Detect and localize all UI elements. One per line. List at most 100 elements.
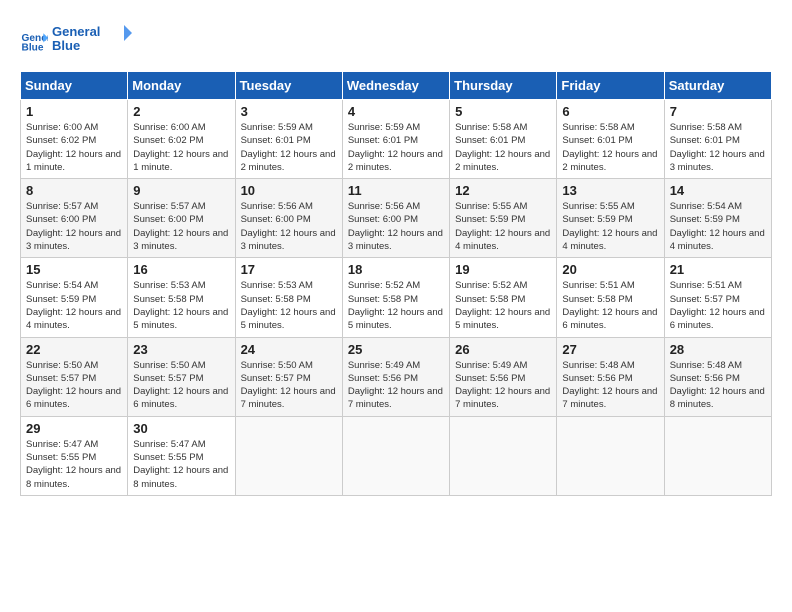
calendar-cell: 10 Sunrise: 5:56 AM Sunset: 6:00 PM Dayl… [235, 179, 342, 258]
weekday-header-thursday: Thursday [450, 72, 557, 100]
calendar-cell: 7 Sunrise: 5:58 AM Sunset: 6:01 PM Dayli… [664, 100, 771, 179]
calendar-cell: 17 Sunrise: 5:53 AM Sunset: 5:58 PM Dayl… [235, 258, 342, 337]
weekday-header-tuesday: Tuesday [235, 72, 342, 100]
day-info: Sunrise: 5:52 AM Sunset: 5:58 PM Dayligh… [455, 279, 551, 332]
day-number: 16 [133, 262, 229, 277]
day-info: Sunrise: 5:58 AM Sunset: 6:01 PM Dayligh… [455, 121, 551, 174]
day-number: 15 [26, 262, 122, 277]
day-number: 14 [670, 183, 766, 198]
day-info: Sunrise: 5:50 AM Sunset: 5:57 PM Dayligh… [133, 359, 229, 412]
calendar-cell: 27 Sunrise: 5:48 AM Sunset: 5:56 PM Dayl… [557, 337, 664, 416]
weekday-header-friday: Friday [557, 72, 664, 100]
calendar-cell: 15 Sunrise: 5:54 AM Sunset: 5:59 PM Dayl… [21, 258, 128, 337]
day-info: Sunrise: 5:54 AM Sunset: 5:59 PM Dayligh… [670, 200, 766, 253]
day-info: Sunrise: 5:59 AM Sunset: 6:01 PM Dayligh… [241, 121, 337, 174]
calendar-cell: 20 Sunrise: 5:51 AM Sunset: 5:58 PM Dayl… [557, 258, 664, 337]
calendar-cell: 28 Sunrise: 5:48 AM Sunset: 5:56 PM Dayl… [664, 337, 771, 416]
day-info: Sunrise: 5:54 AM Sunset: 5:59 PM Dayligh… [26, 279, 122, 332]
weekday-header-sunday: Sunday [21, 72, 128, 100]
day-number: 3 [241, 104, 337, 119]
day-number: 5 [455, 104, 551, 119]
day-info: Sunrise: 5:50 AM Sunset: 5:57 PM Dayligh… [26, 359, 122, 412]
calendar-cell [557, 416, 664, 495]
day-number: 27 [562, 342, 658, 357]
calendar-body: 1 Sunrise: 6:00 AM Sunset: 6:02 PM Dayli… [21, 100, 772, 496]
calendar-cell: 21 Sunrise: 5:51 AM Sunset: 5:57 PM Dayl… [664, 258, 771, 337]
calendar-cell: 4 Sunrise: 5:59 AM Sunset: 6:01 PM Dayli… [342, 100, 449, 179]
calendar-cell: 9 Sunrise: 5:57 AM Sunset: 6:00 PM Dayli… [128, 179, 235, 258]
day-number: 10 [241, 183, 337, 198]
calendar-cell: 19 Sunrise: 5:52 AM Sunset: 5:58 PM Dayl… [450, 258, 557, 337]
day-info: Sunrise: 5:49 AM Sunset: 5:56 PM Dayligh… [455, 359, 551, 412]
calendar-cell: 6 Sunrise: 5:58 AM Sunset: 6:01 PM Dayli… [557, 100, 664, 179]
day-info: Sunrise: 5:58 AM Sunset: 6:01 PM Dayligh… [670, 121, 766, 174]
calendar-cell [664, 416, 771, 495]
day-info: Sunrise: 6:00 AM Sunset: 6:02 PM Dayligh… [26, 121, 122, 174]
svg-text:Blue: Blue [22, 42, 44, 53]
day-info: Sunrise: 5:56 AM Sunset: 6:00 PM Dayligh… [348, 200, 444, 253]
calendar-cell [235, 416, 342, 495]
day-info: Sunrise: 5:47 AM Sunset: 5:55 PM Dayligh… [133, 438, 229, 491]
day-info: Sunrise: 5:57 AM Sunset: 6:00 PM Dayligh… [133, 200, 229, 253]
day-number: 18 [348, 262, 444, 277]
calendar-header: SundayMondayTuesdayWednesdayThursdayFrid… [21, 72, 772, 100]
logo: General Blue General Blue [20, 20, 132, 61]
calendar-week-row: 29 Sunrise: 5:47 AM Sunset: 5:55 PM Dayl… [21, 416, 772, 495]
day-info: Sunrise: 5:53 AM Sunset: 5:58 PM Dayligh… [241, 279, 337, 332]
calendar-cell: 1 Sunrise: 6:00 AM Sunset: 6:02 PM Dayli… [21, 100, 128, 179]
day-info: Sunrise: 5:59 AM Sunset: 6:01 PM Dayligh… [348, 121, 444, 174]
day-number: 21 [670, 262, 766, 277]
calendar-week-row: 22 Sunrise: 5:50 AM Sunset: 5:57 PM Dayl… [21, 337, 772, 416]
calendar-cell: 24 Sunrise: 5:50 AM Sunset: 5:57 PM Dayl… [235, 337, 342, 416]
weekday-header-row: SundayMondayTuesdayWednesdayThursdayFrid… [21, 72, 772, 100]
day-info: Sunrise: 5:55 AM Sunset: 5:59 PM Dayligh… [562, 200, 658, 253]
day-info: Sunrise: 5:51 AM Sunset: 5:57 PM Dayligh… [670, 279, 766, 332]
day-number: 11 [348, 183, 444, 198]
day-number: 23 [133, 342, 229, 357]
logo-icon: General Blue [20, 27, 48, 55]
day-number: 20 [562, 262, 658, 277]
calendar-cell: 30 Sunrise: 5:47 AM Sunset: 5:55 PM Dayl… [128, 416, 235, 495]
calendar-week-row: 8 Sunrise: 5:57 AM Sunset: 6:00 PM Dayli… [21, 179, 772, 258]
calendar-cell: 13 Sunrise: 5:55 AM Sunset: 5:59 PM Dayl… [557, 179, 664, 258]
weekday-header-monday: Monday [128, 72, 235, 100]
day-number: 9 [133, 183, 229, 198]
calendar-cell: 12 Sunrise: 5:55 AM Sunset: 5:59 PM Dayl… [450, 179, 557, 258]
day-info: Sunrise: 5:55 AM Sunset: 5:59 PM Dayligh… [455, 200, 551, 253]
day-number: 30 [133, 421, 229, 436]
day-info: Sunrise: 5:51 AM Sunset: 5:58 PM Dayligh… [562, 279, 658, 332]
weekday-header-saturday: Saturday [664, 72, 771, 100]
day-number: 29 [26, 421, 122, 436]
day-number: 19 [455, 262, 551, 277]
day-number: 24 [241, 342, 337, 357]
day-number: 13 [562, 183, 658, 198]
calendar-cell: 22 Sunrise: 5:50 AM Sunset: 5:57 PM Dayl… [21, 337, 128, 416]
calendar-cell: 29 Sunrise: 5:47 AM Sunset: 5:55 PM Dayl… [21, 416, 128, 495]
calendar-cell [342, 416, 449, 495]
day-info: Sunrise: 5:50 AM Sunset: 5:57 PM Dayligh… [241, 359, 337, 412]
day-info: Sunrise: 5:53 AM Sunset: 5:58 PM Dayligh… [133, 279, 229, 332]
calendar-cell: 2 Sunrise: 6:00 AM Sunset: 6:02 PM Dayli… [128, 100, 235, 179]
day-info: Sunrise: 5:56 AM Sunset: 6:00 PM Dayligh… [241, 200, 337, 253]
calendar-cell: 11 Sunrise: 5:56 AM Sunset: 6:00 PM Dayl… [342, 179, 449, 258]
svg-text:Blue: Blue [52, 38, 80, 53]
day-number: 1 [26, 104, 122, 119]
day-number: 7 [670, 104, 766, 119]
day-info: Sunrise: 5:57 AM Sunset: 6:00 PM Dayligh… [26, 200, 122, 253]
day-number: 6 [562, 104, 658, 119]
day-number: 22 [26, 342, 122, 357]
svg-text:General: General [52, 24, 100, 39]
day-info: Sunrise: 5:58 AM Sunset: 6:01 PM Dayligh… [562, 121, 658, 174]
calendar-cell [450, 416, 557, 495]
day-info: Sunrise: 6:00 AM Sunset: 6:02 PM Dayligh… [133, 121, 229, 174]
day-number: 28 [670, 342, 766, 357]
day-info: Sunrise: 5:49 AM Sunset: 5:56 PM Dayligh… [348, 359, 444, 412]
calendar-table: SundayMondayTuesdayWednesdayThursdayFrid… [20, 71, 772, 496]
page-header: General Blue General Blue [20, 20, 772, 61]
calendar-cell: 8 Sunrise: 5:57 AM Sunset: 6:00 PM Dayli… [21, 179, 128, 258]
day-number: 26 [455, 342, 551, 357]
calendar-cell: 16 Sunrise: 5:53 AM Sunset: 5:58 PM Dayl… [128, 258, 235, 337]
day-info: Sunrise: 5:52 AM Sunset: 5:58 PM Dayligh… [348, 279, 444, 332]
calendar-week-row: 1 Sunrise: 6:00 AM Sunset: 6:02 PM Dayli… [21, 100, 772, 179]
day-number: 4 [348, 104, 444, 119]
